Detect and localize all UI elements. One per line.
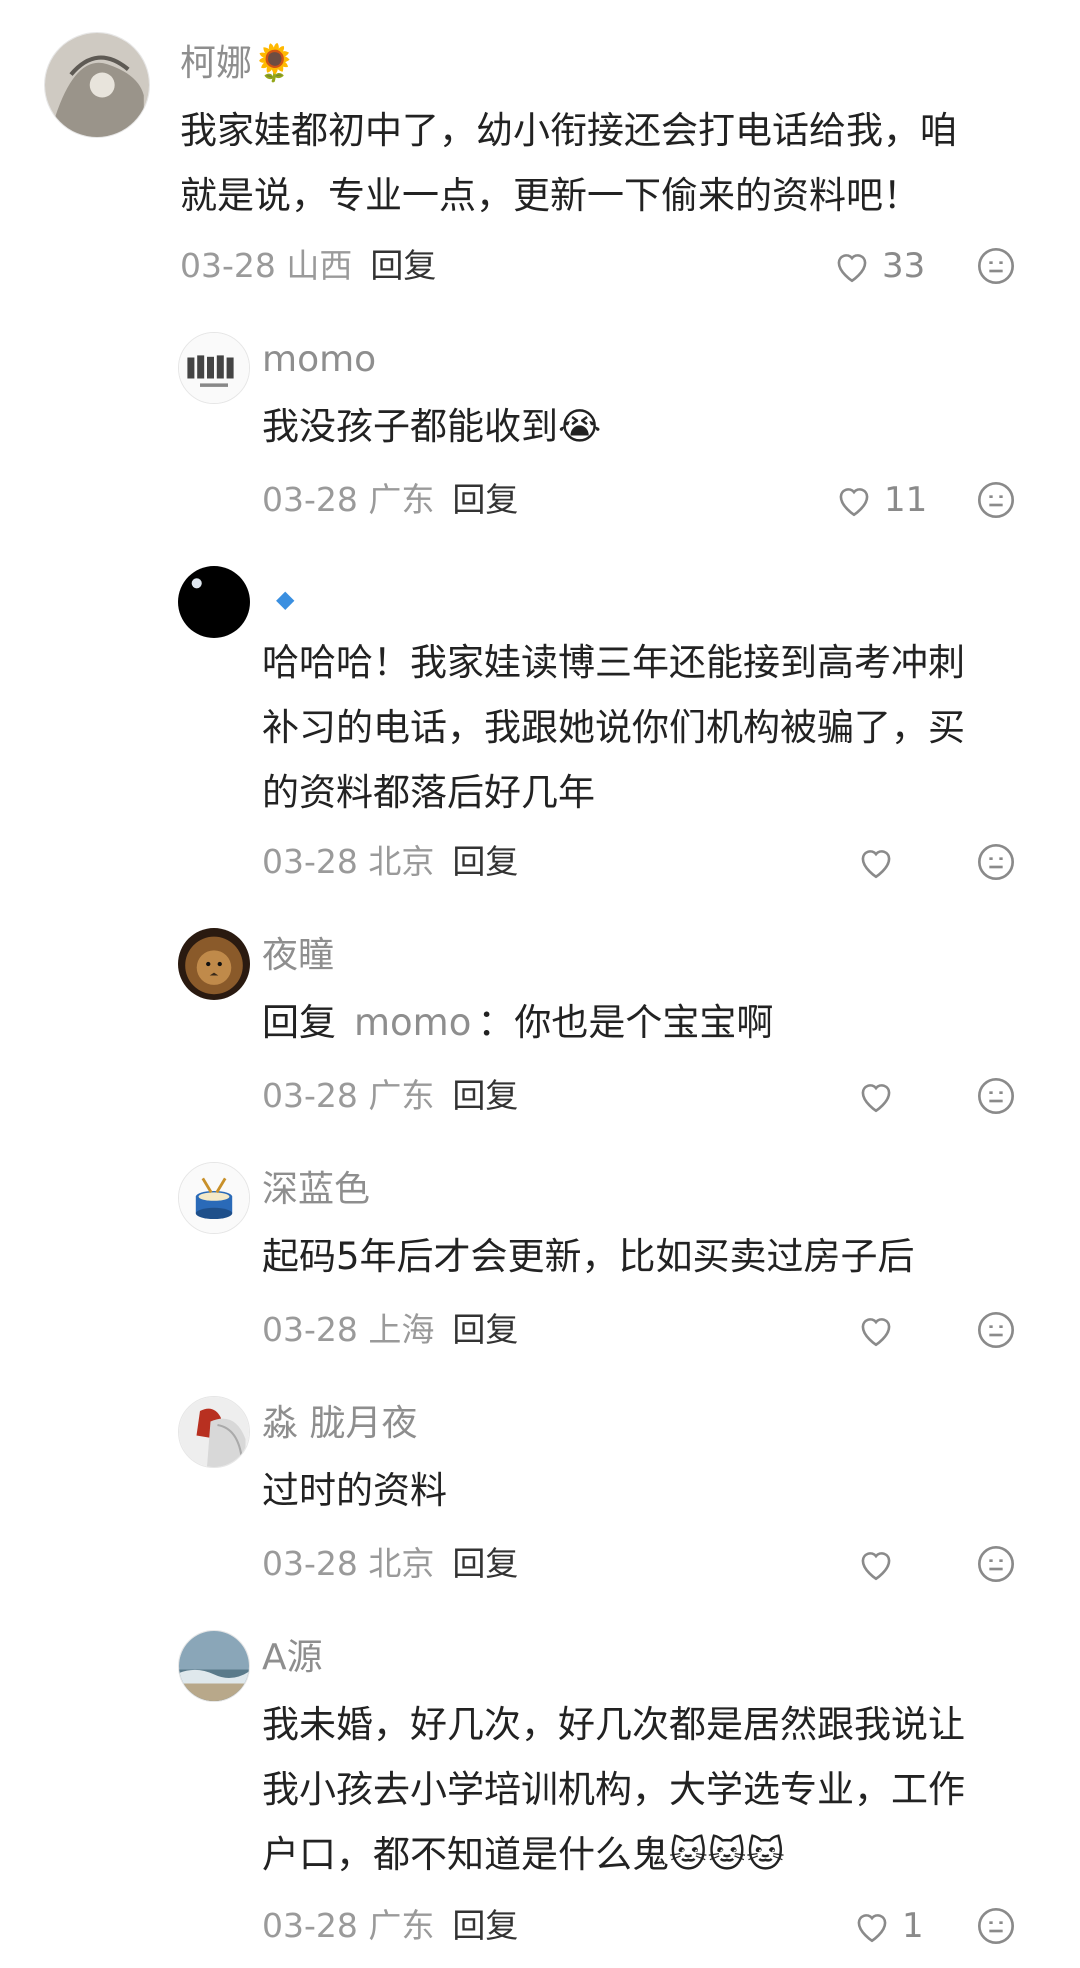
comment-location: 上海 bbox=[368, 1310, 435, 1349]
comment-meta: 03-28 广东 回复 bbox=[262, 1074, 518, 1118]
comment-location: 广东 bbox=[368, 1076, 435, 1115]
dislike-face-icon[interactable] bbox=[976, 1076, 1016, 1116]
username[interactable]: momo bbox=[262, 338, 376, 382]
comment-text: 起码5年后才会更新，比如买卖过房子后 bbox=[262, 1235, 915, 1278]
dislike-face-icon[interactable] bbox=[976, 1310, 1016, 1350]
comment-text: 哈哈哈！我家娃读博三年还能接到高考冲刺 补习的电话，我跟她说你们机构被骗了，买 的资… bbox=[262, 641, 965, 814]
avatar[interactable] bbox=[178, 928, 250, 1000]
avatar[interactable] bbox=[178, 332, 250, 404]
comment-date: 03-28 bbox=[262, 1906, 358, 1945]
reply-button[interactable]: 回复 bbox=[452, 1076, 518, 1115]
avatar[interactable] bbox=[178, 1630, 250, 1702]
like-count: 11 bbox=[884, 480, 928, 520]
comment-location: 广东 bbox=[368, 480, 435, 519]
comment-location: 北京 bbox=[368, 1544, 435, 1583]
comment-location: 北京 bbox=[368, 842, 435, 881]
heart-icon bbox=[861, 850, 891, 879]
dislike-face-icon[interactable] bbox=[976, 1544, 1016, 1584]
crying-emoji-icon: 😭 bbox=[558, 405, 602, 448]
comment-meta: 03-28 上海 回复 bbox=[262, 1308, 518, 1352]
avatar[interactable] bbox=[178, 1396, 250, 1468]
comment-date: 03-28 bbox=[180, 246, 276, 285]
avatar[interactable] bbox=[178, 566, 250, 638]
reply-button[interactable]: 回复 bbox=[452, 1310, 518, 1349]
reply-button[interactable]: 回复 bbox=[452, 480, 518, 519]
comment-meta: 03-28 北京 回复 bbox=[262, 1542, 518, 1586]
comment-location: 广东 bbox=[368, 1906, 435, 1945]
reply-button[interactable]: 回复 bbox=[452, 1544, 518, 1583]
comment-date: 03-28 bbox=[262, 480, 358, 519]
like-count: 1 bbox=[902, 1906, 924, 1946]
comment-date: 03-28 bbox=[262, 842, 358, 881]
reply-button[interactable]: 回复 bbox=[452, 842, 518, 881]
like-button[interactable]: 1 bbox=[852, 1904, 924, 1948]
avatar[interactable] bbox=[44, 32, 150, 138]
username[interactable]: ◆ bbox=[262, 574, 294, 621]
heart-icon bbox=[861, 1084, 891, 1113]
like-button[interactable]: 33 bbox=[832, 244, 925, 288]
dislike-face-icon[interactable] bbox=[976, 480, 1016, 520]
reply-target-username[interactable]: momo bbox=[354, 1001, 471, 1044]
dislike-face-icon[interactable] bbox=[976, 246, 1016, 286]
like-button[interactable] bbox=[856, 1308, 896, 1352]
comment-text: 我未婚，好几次，好几次都是居然跟我说让 我小孩去小学培训机构，大学选专业，工作 户口… bbox=[262, 1703, 965, 1876]
avatar[interactable] bbox=[178, 1162, 250, 1234]
heart-icon bbox=[857, 1914, 887, 1943]
comment-date: 03-28 bbox=[262, 1310, 358, 1349]
cat-emoji-icon: 🐱🐱🐱 bbox=[669, 1833, 785, 1876]
username[interactable]: 夜瞳 bbox=[262, 934, 334, 978]
like-count: 33 bbox=[882, 246, 926, 286]
comment-text: 回复 momo ：你也是个宝宝啊 bbox=[262, 1001, 774, 1044]
comment-date: 03-28 bbox=[262, 1076, 358, 1115]
username[interactable]: 淼 胧月夜 bbox=[262, 1402, 417, 1446]
comment-date: 03-28 bbox=[262, 1544, 358, 1583]
comment-meta: 03-28 山西 回复 bbox=[180, 244, 436, 288]
comment-location: 山西 bbox=[286, 246, 353, 285]
comment-meta: 03-28 广东 回复 bbox=[262, 1904, 518, 1948]
heart-icon bbox=[839, 488, 869, 517]
diamond-icon: ◆ bbox=[276, 585, 295, 613]
comment-text: 过时的资料 bbox=[262, 1469, 447, 1512]
heart-icon bbox=[861, 1552, 891, 1581]
like-button[interactable] bbox=[856, 1542, 896, 1586]
reply-button[interactable]: 回复 bbox=[370, 246, 436, 285]
reply-button[interactable]: 回复 bbox=[452, 1906, 518, 1945]
username[interactable]: A源 bbox=[262, 1636, 323, 1680]
sunflower-emoji-icon: 🌻 bbox=[252, 43, 297, 84]
username[interactable]: 深蓝色 bbox=[262, 1168, 370, 1212]
dislike-face-icon[interactable] bbox=[976, 842, 1016, 882]
heart-icon bbox=[837, 254, 867, 283]
comment-meta: 03-28 广东 回复 bbox=[262, 478, 518, 522]
username[interactable]: 柯娜🌻 bbox=[180, 42, 297, 86]
comment-text: 我家娃都初中了，幼小衔接还会打电话给我，咱 就是说，专业一点，更新一下偷来的资料吧… bbox=[180, 109, 957, 217]
comment-text: 我没孩子都能收到😭 bbox=[262, 405, 602, 448]
like-button[interactable] bbox=[856, 840, 896, 884]
heart-icon bbox=[861, 1318, 891, 1347]
comment-meta: 03-28 北京 回复 bbox=[262, 840, 518, 884]
like-button[interactable] bbox=[856, 1074, 896, 1118]
dislike-face-icon[interactable] bbox=[976, 1906, 1016, 1946]
like-button[interactable]: 11 bbox=[834, 478, 927, 522]
